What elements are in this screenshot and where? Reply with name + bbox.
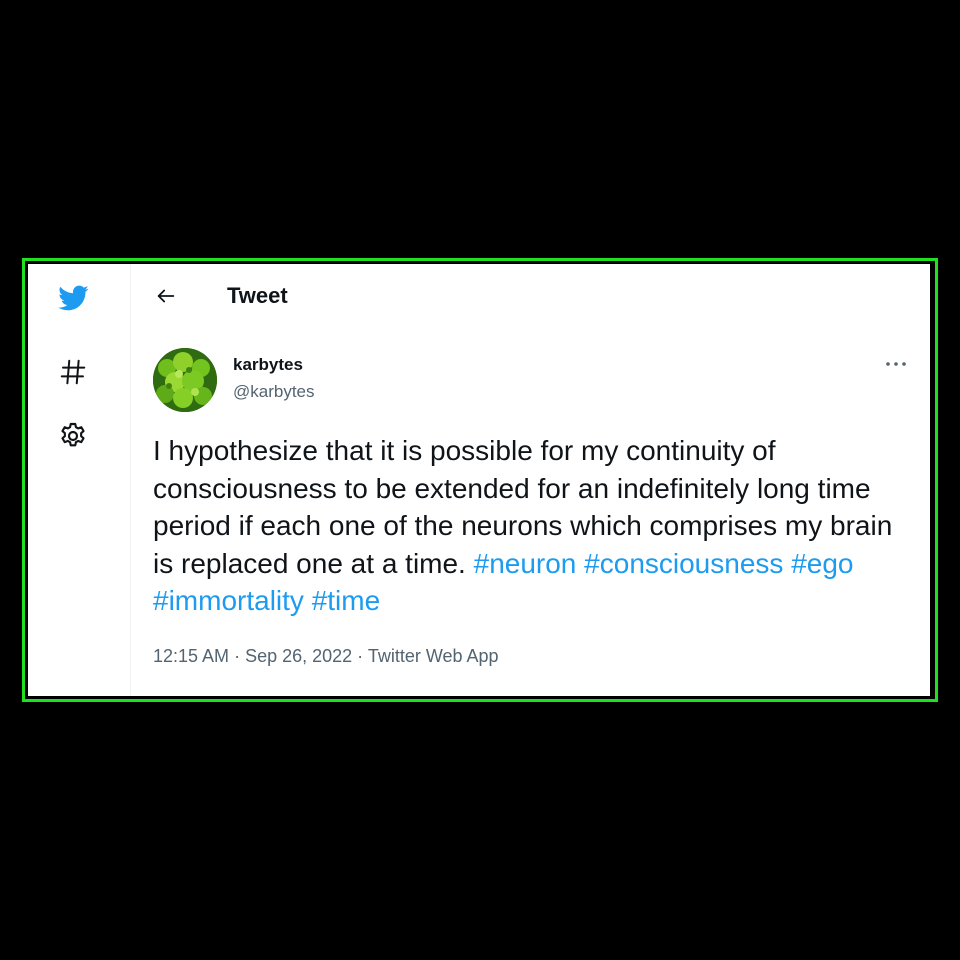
hashtag-explore-icon[interactable] — [53, 352, 93, 392]
meta-separator: · — [229, 646, 246, 666]
tweet-meta: 12:15 AM · Sep 26, 2022 · Twitter Web Ap… — [153, 644, 499, 668]
tweet-page: Tweet karbytes @karbytes I hypothesize t… — [28, 264, 930, 696]
page-title: Tweet — [227, 283, 288, 308]
hashtag-link[interactable]: #neuron — [474, 548, 577, 579]
screenshot-frame: Tweet karbytes @karbytes I hypothesize t… — [22, 258, 938, 702]
page-header: Tweet — [132, 264, 930, 328]
author-name[interactable]: karbytes — [233, 354, 303, 376]
sidebar — [28, 264, 131, 696]
green-broccoli-avatar — [153, 348, 217, 412]
author-handle[interactable]: @karbytes — [233, 381, 315, 403]
tweet-date[interactable]: Sep 26, 2022 — [245, 646, 352, 666]
twitter-bird-icon[interactable] — [53, 278, 93, 318]
meta-separator: · — [352, 646, 368, 666]
tweet-time[interactable]: 12:15 AM — [153, 646, 229, 666]
hashtag-link[interactable]: #ego — [791, 548, 853, 579]
gear-settings-icon[interactable] — [53, 416, 93, 456]
hashtag-link[interactable]: #consciousness — [584, 548, 783, 579]
tweet-text: I hypothesize that it is possible for my… — [153, 432, 918, 620]
tweet-source[interactable]: Twitter Web App — [368, 646, 499, 666]
hashtag-link[interactable]: #immortality — [153, 585, 304, 616]
hashtag-link[interactable]: #time — [312, 585, 380, 616]
back-arrow-icon[interactable] — [150, 280, 182, 312]
avatar[interactable] — [153, 348, 217, 412]
more-options-icon[interactable] — [880, 352, 912, 376]
